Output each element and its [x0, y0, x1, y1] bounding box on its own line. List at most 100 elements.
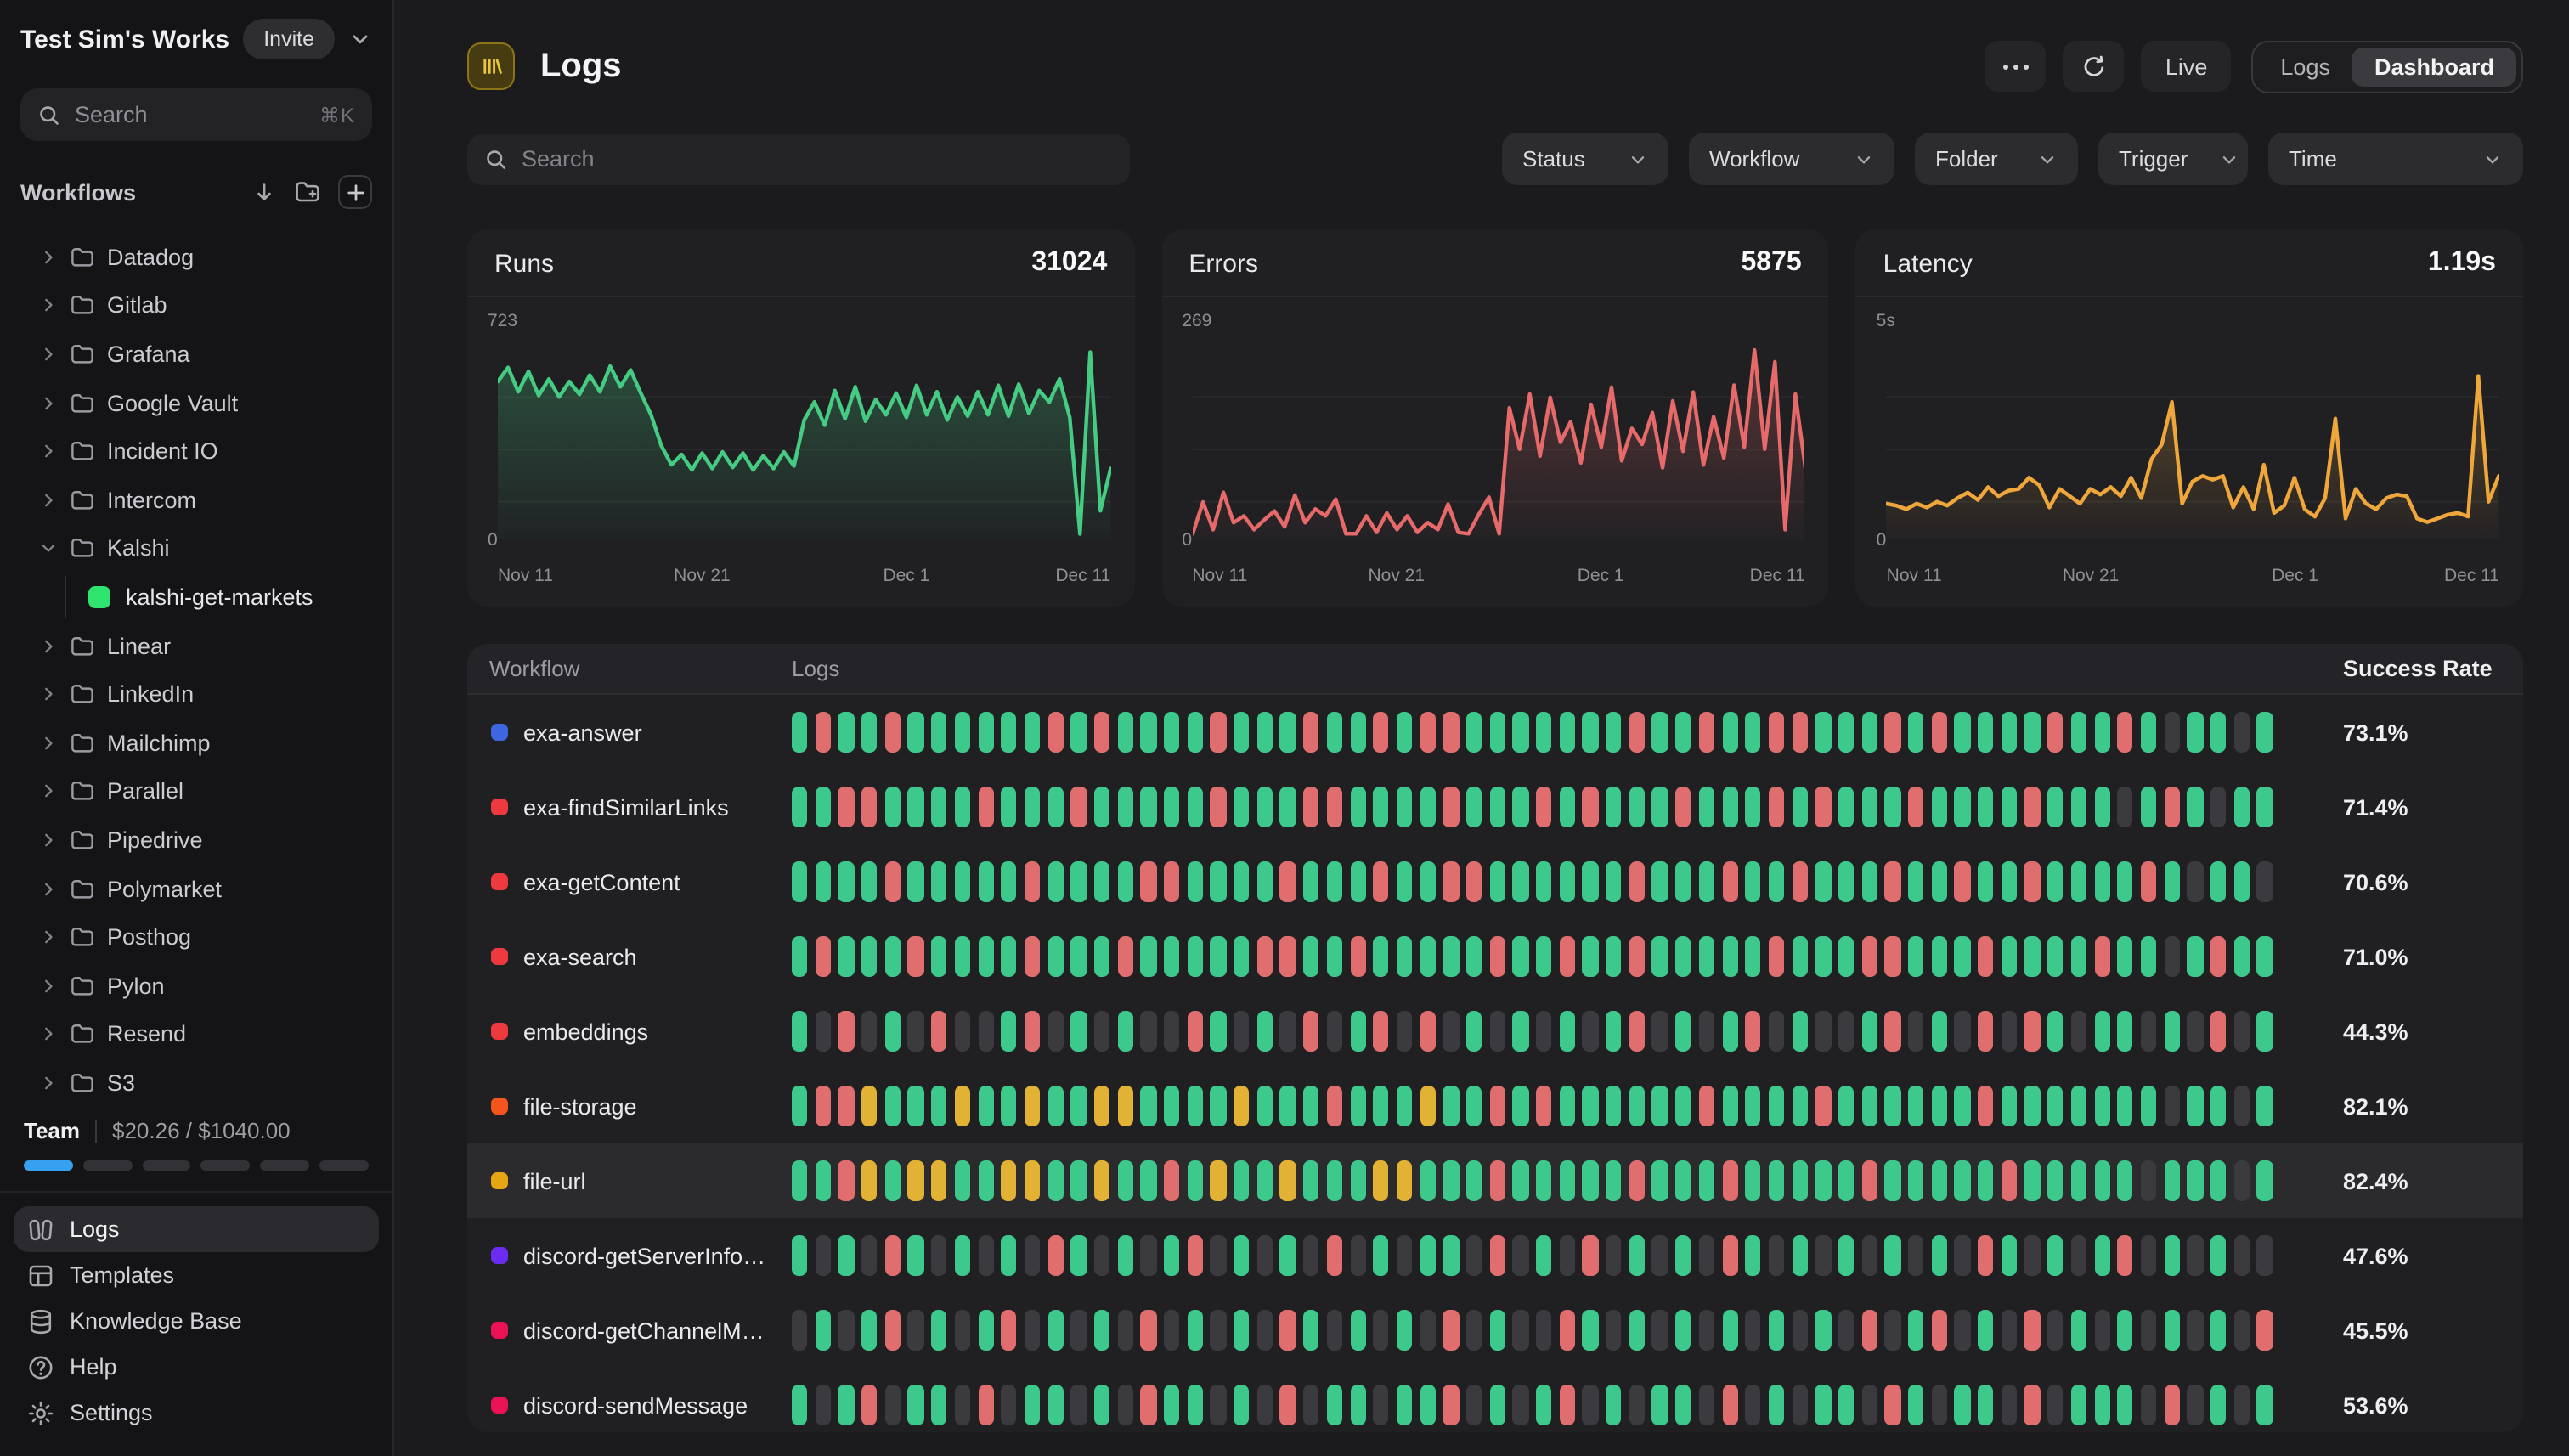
run-bar[interactable] — [1489, 861, 1505, 902]
run-bar[interactable] — [1443, 1011, 1460, 1052]
run-bar[interactable] — [1397, 1011, 1413, 1052]
run-bar[interactable] — [1071, 1310, 1087, 1351]
run-bar[interactable] — [1117, 1011, 1133, 1052]
run-bar[interactable] — [1280, 861, 1296, 902]
run-bar[interactable] — [838, 1011, 855, 1052]
run-bar[interactable] — [1373, 1310, 1389, 1351]
run-bar[interactable] — [2210, 1385, 2227, 1425]
run-bar[interactable] — [1047, 712, 1064, 753]
run-bar[interactable] — [1629, 1086, 1646, 1126]
run-bar[interactable] — [1722, 936, 1738, 977]
run-bar[interactable] — [1071, 861, 1087, 902]
run-bar[interactable] — [1745, 1160, 1761, 1201]
run-bar[interactable] — [1094, 1310, 1110, 1351]
run-bar[interactable] — [1885, 936, 1901, 977]
run-bar[interactable] — [1327, 936, 1343, 977]
run-bar[interactable] — [1652, 787, 1668, 827]
run-bar[interactable] — [1629, 712, 1646, 753]
run-bar[interactable] — [1466, 1011, 1482, 1052]
run-bar[interactable] — [1094, 1235, 1110, 1276]
run-bar[interactable] — [1629, 1011, 1646, 1052]
run-bar[interactable] — [1559, 1086, 1575, 1126]
run-bar[interactable] — [2210, 936, 2227, 977]
run-bar[interactable] — [1280, 787, 1296, 827]
run-bar[interactable] — [861, 1086, 878, 1126]
run-bar[interactable] — [1583, 1235, 1599, 1276]
run-bar[interactable] — [1001, 1310, 1017, 1351]
run-bar[interactable] — [1536, 787, 1552, 827]
run-bar[interactable] — [2024, 1011, 2041, 1052]
run-bar[interactable] — [1420, 1086, 1436, 1126]
run-bar[interactable] — [1722, 1160, 1738, 1201]
run-bar[interactable] — [1583, 1310, 1599, 1351]
run-bar[interactable] — [2117, 1310, 2133, 1351]
run-bar[interactable] — [1955, 1235, 1971, 1276]
run-bar[interactable] — [931, 712, 947, 753]
run-bar[interactable] — [1489, 1385, 1505, 1425]
run-bar[interactable] — [1327, 861, 1343, 902]
run-bar[interactable] — [1838, 1235, 1855, 1276]
run-bar[interactable] — [1350, 1011, 1366, 1052]
run-bar[interactable] — [1303, 936, 1319, 977]
run-bar[interactable] — [1745, 787, 1761, 827]
run-bar[interactable] — [1466, 1310, 1482, 1351]
run-bar[interactable] — [1931, 1235, 1947, 1276]
run-bar[interactable] — [1373, 1086, 1389, 1126]
run-bar[interactable] — [2117, 1235, 2133, 1276]
run-bar[interactable] — [955, 861, 971, 902]
run-bar[interactable] — [1443, 936, 1460, 977]
run-bar[interactable] — [1025, 1160, 1041, 1201]
run-bar[interactable] — [1885, 1235, 1901, 1276]
run-bar[interactable] — [1815, 936, 1832, 977]
run-bar[interactable] — [815, 712, 831, 753]
run-bar[interactable] — [1001, 1086, 1017, 1126]
run-bar[interactable] — [1536, 1086, 1552, 1126]
run-bar[interactable] — [1978, 861, 1994, 902]
run-bar[interactable] — [861, 861, 878, 902]
run-bar[interactable] — [885, 1235, 901, 1276]
run-bar[interactable] — [2002, 787, 2018, 827]
run-bar[interactable] — [2002, 1160, 2018, 1201]
run-bar[interactable] — [1978, 1235, 1994, 1276]
run-bar[interactable] — [1071, 936, 1087, 977]
table-row[interactable]: discord-getChannelM… 45.5% — [467, 1293, 2523, 1368]
run-bar[interactable] — [955, 1235, 971, 1276]
run-bar[interactable] — [1373, 936, 1389, 977]
toggle-dashboard[interactable]: Dashboard — [2352, 47, 2516, 86]
run-bar[interactable] — [1955, 1086, 1971, 1126]
run-bar[interactable] — [2188, 1160, 2204, 1201]
run-bar[interactable] — [955, 936, 971, 977]
refresh-button[interactable] — [2064, 41, 2125, 92]
table-row[interactable]: exa-answer 73.1% — [467, 695, 2523, 770]
run-bar[interactable] — [1745, 712, 1761, 753]
run-bar[interactable] — [1583, 1086, 1599, 1126]
filter-chip-status[interactable]: Status — [1502, 133, 1668, 185]
run-bar[interactable] — [1350, 936, 1366, 977]
run-bar[interactable] — [955, 1385, 971, 1425]
run-bar[interactable] — [1025, 1310, 1041, 1351]
run-bar[interactable] — [1583, 1160, 1599, 1201]
chevron-right-icon[interactable] — [39, 345, 58, 364]
run-bar[interactable] — [1908, 1160, 1924, 1201]
run-bar[interactable] — [1071, 787, 1087, 827]
run-bar[interactable] — [792, 1235, 808, 1276]
run-bar[interactable] — [2024, 1385, 2041, 1425]
run-bar[interactable] — [2117, 936, 2133, 977]
run-bar[interactable] — [931, 1310, 947, 1351]
run-bar[interactable] — [1885, 1160, 1901, 1201]
run-bar[interactable] — [1629, 1160, 1646, 1201]
run-bar[interactable] — [1257, 787, 1273, 827]
run-bar[interactable] — [1908, 1011, 1924, 1052]
run-bar[interactable] — [1443, 1160, 1460, 1201]
table-row[interactable]: discord-getServerInfo… 47.6% — [467, 1218, 2523, 1293]
run-bar[interactable] — [1187, 1310, 1203, 1351]
run-bar[interactable] — [1420, 1160, 1436, 1201]
run-bar[interactable] — [1536, 936, 1552, 977]
run-bar[interactable] — [1978, 1011, 1994, 1052]
run-bar[interactable] — [1164, 787, 1180, 827]
run-bar[interactable] — [2164, 1310, 2180, 1351]
run-bar[interactable] — [908, 712, 924, 753]
run-bar[interactable] — [2210, 1235, 2227, 1276]
run-bar[interactable] — [1955, 861, 1971, 902]
run-bar[interactable] — [838, 936, 855, 977]
